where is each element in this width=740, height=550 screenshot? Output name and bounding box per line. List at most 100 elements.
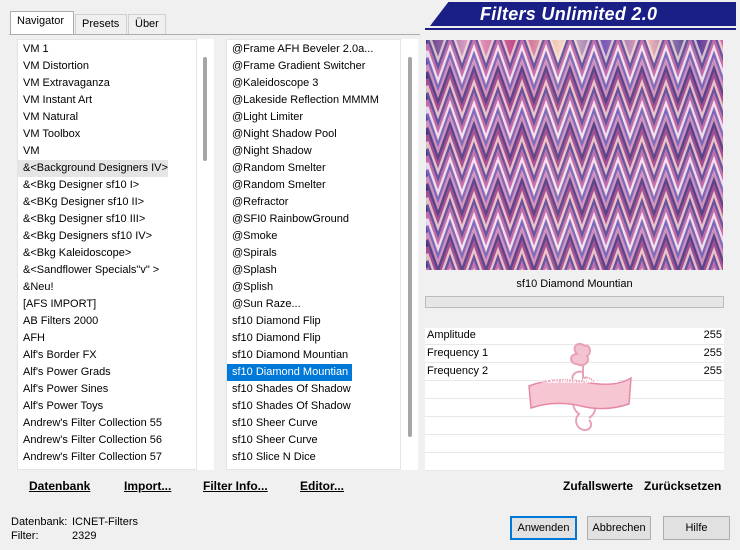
filter-item[interactable]: @Random Smelter (227, 160, 400, 177)
tab-navigator[interactable]: Navigator (10, 11, 74, 35)
category-item[interactable]: Andrew's Filter Collection 58 (18, 466, 196, 469)
filter-item[interactable]: @Lakeside Reflection MMMM (227, 92, 400, 109)
progress-bar (425, 296, 724, 308)
category-item[interactable]: VM Toolbox (18, 126, 196, 143)
category-item[interactable]: Andrew's Filter Collection 55 (18, 415, 196, 432)
category-item[interactable]: AB Filters 2000 (18, 313, 196, 330)
category-item-label: VM Toolbox (23, 128, 81, 140)
filter-item[interactable]: @Kaleidoscope 3 (227, 75, 400, 92)
filter-scroll-thumb[interactable] (408, 57, 412, 437)
filter-item[interactable]: sf10 Slice N Dice (227, 449, 400, 466)
editor-button[interactable]: Editor... (300, 479, 344, 493)
filter-item[interactable]: sf10 Shades Of Shadow (227, 398, 400, 415)
parameter-panel: Amplitude 255 Frequency 1 255 Frequency … (425, 328, 724, 471)
category-item[interactable]: &<BKg Designer sf10 II> (18, 194, 196, 211)
filter-item[interactable]: @Night Shadow (227, 143, 400, 160)
category-item[interactable]: VM Distortion (18, 58, 196, 75)
filter-item[interactable]: @Spirals (227, 245, 400, 262)
tab-presets[interactable]: Presets (75, 14, 127, 34)
filter-item[interactable]: @Smoke (227, 228, 400, 245)
reset-button[interactable]: Zurücksetzen (644, 479, 721, 493)
category-item[interactable]: &<Bkg Designer sf10 I> (18, 177, 196, 194)
filter-item[interactable]: @Night Shadow Pool (227, 126, 400, 143)
category-item-label: Andrew's Filter Collection 58 (18, 466, 162, 469)
category-item-label: &<Bkg Designer sf10 III> (23, 213, 146, 225)
category-item[interactable]: VM Instant Art (18, 92, 196, 109)
filter-item[interactable]: sf10 Diamond Mountian (227, 364, 400, 381)
filter-item[interactable]: @Random Smelter (227, 177, 400, 194)
category-item[interactable]: &<Bkg Designers sf10 IV> (18, 228, 196, 245)
filter-item[interactable]: sf10 Shades Of Shadow (227, 381, 400, 398)
category-item-label: [AFS IMPORT] (23, 298, 97, 310)
category-item[interactable]: &<Bkg Kaleidoscope> (18, 245, 196, 262)
filter-item-label: sf10 Diamond Flip (232, 315, 321, 327)
category-item[interactable]: Alf's Border FX (18, 347, 196, 364)
filter-item-label: @Random Smelter (232, 179, 326, 191)
filter-item-label: sf10 Diamond Mountian (227, 364, 353, 381)
filter-item[interactable]: @Frame AFH Beveler 2.0a... (227, 41, 400, 58)
filter-scrollbar[interactable] (401, 39, 418, 470)
cancel-button[interactable]: Abbrechen (587, 516, 651, 540)
category-item-label: Andrew's Filter Collection 57 (23, 451, 163, 463)
filter-item[interactable]: sf10 Diamond Flip (227, 313, 400, 330)
category-item[interactable]: VM 1 (18, 41, 196, 58)
filter-item[interactable]: @Frame Gradient Switcher (227, 58, 400, 75)
category-item-label: Alf's Power Toys (23, 400, 104, 412)
category-item[interactable]: &<Sandflower Specials"v" > (18, 262, 196, 279)
tab-uber[interactable]: Über (128, 14, 166, 34)
category-item[interactable]: &Neu! (18, 279, 196, 296)
filter-item[interactable]: @Splash (227, 262, 400, 279)
filter-item[interactable]: @Sun Raze... (227, 296, 400, 313)
filter-item[interactable]: sf10 Diamond Flip (227, 330, 400, 347)
category-item[interactable]: Andrew's Filter Collection 57 (18, 449, 196, 466)
category-item[interactable]: AFH (18, 330, 196, 347)
category-item-label: &<Sandflower Specials"v" > (23, 264, 160, 276)
param-name: Amplitude (427, 329, 476, 341)
category-item[interactable]: &<Background Designers IV> (18, 160, 196, 177)
filter-item[interactable]: sf10 Sheer Curve (227, 415, 400, 432)
category-scrollbar[interactable] (197, 39, 214, 470)
category-item[interactable]: VM Natural (18, 109, 196, 126)
filter-item[interactable]: @Light Limiter (227, 109, 400, 126)
category-list[interactable]: VM 1 VM Distortion VM Extravaganza VM Insta… (17, 39, 197, 470)
category-item[interactable]: Alf's Power Sines (18, 381, 196, 398)
filter-item[interactable]: @SFI0 RainbowGround (227, 211, 400, 228)
category-item-label: VM (23, 145, 40, 157)
category-item-label: AFH (23, 332, 45, 344)
filter-item-label: sf10 Diamond Flip (232, 332, 321, 344)
filter-item-label: @Spirals (232, 247, 277, 259)
filter-item-label: @SFI0 RainbowGround (232, 213, 349, 225)
category-item[interactable]: VM Extravaganza (18, 75, 196, 92)
random-values-button[interactable]: Zufallswerte (563, 479, 633, 493)
filter-info-button[interactable]: Filter Info... (203, 479, 268, 493)
filter-item[interactable]: @Splish (227, 279, 400, 296)
category-item[interactable]: Alf's Power Toys (18, 398, 196, 415)
category-item-label: &<Background Designers IV> (18, 160, 168, 177)
category-item[interactable]: VM (18, 143, 196, 160)
filter-list[interactable]: @Frame AFH Beveler 2.0a... @Frame Gradien… (226, 39, 401, 470)
watermark-flower-logo (528, 342, 632, 432)
filter-item-label: @Kaleidoscope 3 (232, 77, 319, 89)
help-button[interactable]: Hilfe (663, 516, 730, 540)
category-item[interactable]: [AFS IMPORT] (18, 296, 196, 313)
import-button[interactable]: Import... (124, 479, 171, 493)
filter-item[interactable]: sf10 Sheer Curve (227, 432, 400, 449)
filter-item[interactable]: sf10 Diamond Mountian (227, 347, 400, 364)
category-item[interactable]: Alf's Power Grads (18, 364, 196, 381)
param-value: 255 (703, 329, 722, 341)
datenbank-button[interactable]: Datenbank (29, 479, 90, 493)
category-item[interactable]: &<Bkg Designer sf10 III> (18, 211, 196, 228)
database-value: ICNET-Filters (72, 516, 138, 528)
watermark-text: ©Gartenstudio Wien (540, 376, 618, 385)
filter-item[interactable]: sf10 Slice N Dice (227, 466, 400, 469)
category-item[interactable]: Andrew's Filter Collection 56 (18, 432, 196, 449)
category-item-label: &<Bkg Kaleidoscope> (23, 247, 132, 259)
category-scroll-thumb[interactable] (203, 57, 207, 161)
preview-caption: sf10 Diamond Mountian (516, 278, 633, 290)
filter-item-label: @Frame AFH Beveler 2.0a... (232, 43, 374, 55)
category-item-label: &<Bkg Designer sf10 I> (23, 179, 140, 191)
apply-button[interactable]: Anwenden (510, 516, 577, 540)
param-value: 255 (703, 347, 722, 359)
category-item-label: VM Distortion (23, 60, 90, 72)
filter-item[interactable]: @Refractor (227, 194, 400, 211)
